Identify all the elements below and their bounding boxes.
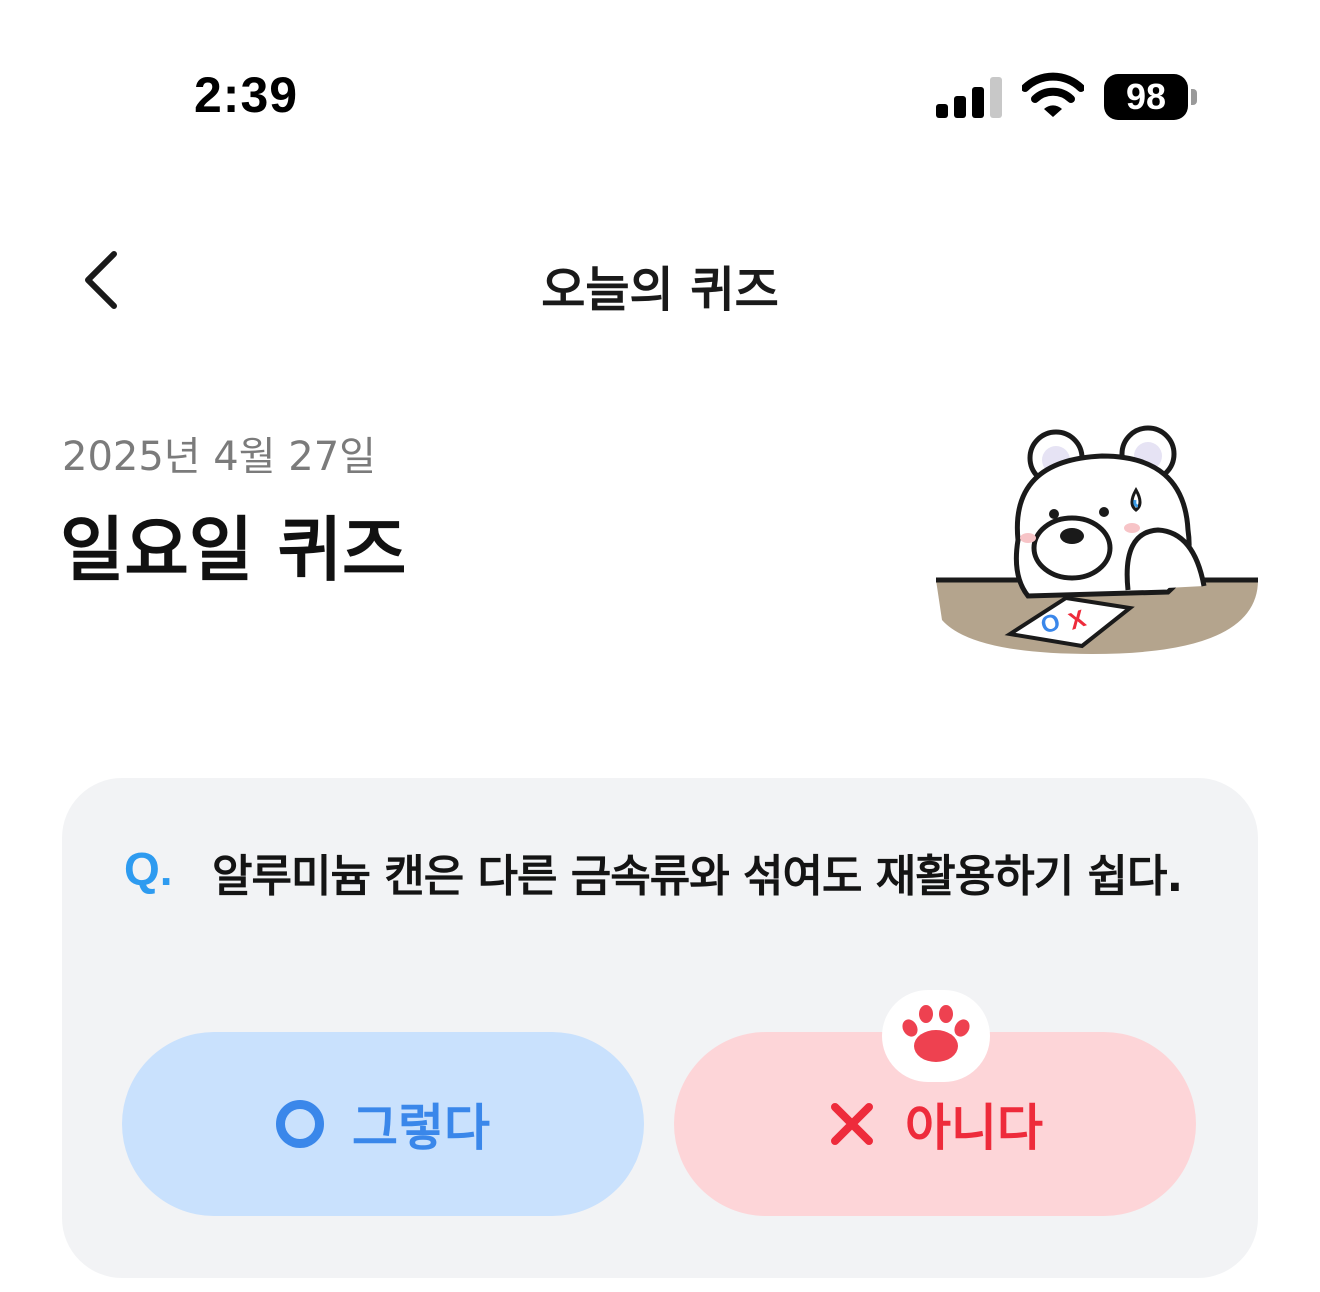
x-mark-icon: [831, 1103, 873, 1145]
wifi-icon: [1022, 72, 1084, 117]
selected-badge: [882, 990, 990, 1082]
quiz-title: 일요일 퀴즈: [60, 509, 407, 591]
signal-icon: [936, 77, 1002, 118]
answer-no-label: 아니다: [905, 1099, 1043, 1157]
paw-icon: [902, 1005, 970, 1062]
question-text: 알루미늄 캔은 다른 금속류와 섞여도 재활용하기 쉽다.: [212, 851, 1183, 902]
status-time: 2:39: [194, 67, 299, 123]
battery-nub: [1191, 89, 1197, 105]
page-title: 오늘의 퀴즈: [541, 262, 779, 318]
answer-yes-button[interactable]: 그렇다: [122, 1032, 644, 1216]
quiz-screen: 2:39 98 오늘의 퀴즈 2025년 4월 27일 일요일 퀴즈 O X Q…: [0, 0, 1320, 1292]
answer-yes-label: 그렇다: [352, 1099, 490, 1157]
circle-o-icon: [276, 1100, 324, 1148]
question-prefix: Q.: [124, 843, 173, 895]
quiz-date: 2025년 4월 27일: [62, 434, 376, 480]
battery-icon: 98: [1104, 74, 1188, 120]
battery-level: 98: [1125, 76, 1167, 117]
bear-mascot-illustration: O X: [936, 425, 1258, 654]
